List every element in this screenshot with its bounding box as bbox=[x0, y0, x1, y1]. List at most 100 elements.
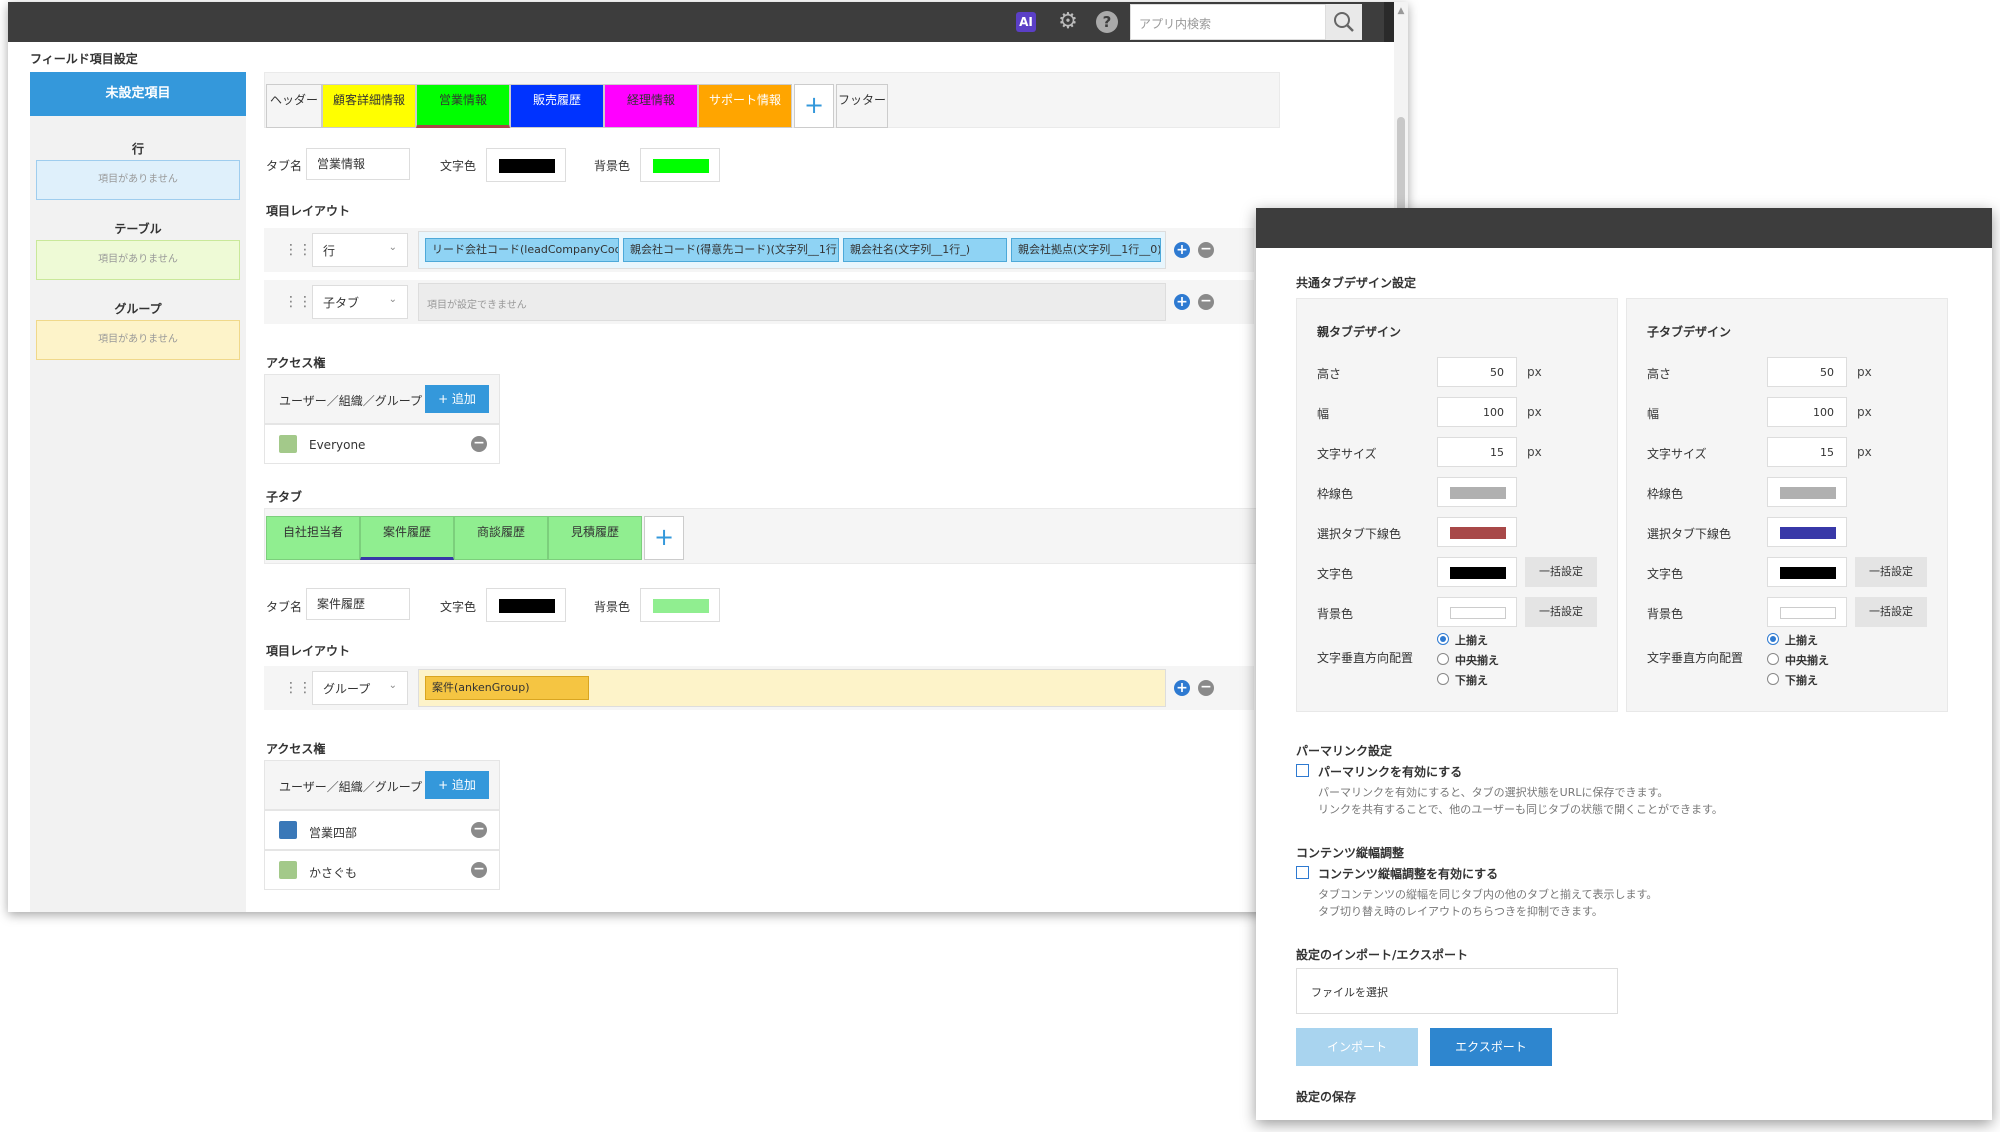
add-access-button[interactable]: + 追加 bbox=[425, 771, 489, 799]
tab-name-input[interactable]: 営業情報 bbox=[306, 148, 410, 180]
valign-top-radio[interactable] bbox=[1437, 633, 1449, 645]
child-text-color-picker[interactable] bbox=[486, 588, 566, 622]
bulk-set-button[interactable]: 一括設定 bbox=[1855, 597, 1927, 627]
field-chip[interactable]: 親会社名(文字列__1行_) bbox=[843, 238, 1007, 262]
group-field-area[interactable]: 案件(ankenGroup) bbox=[418, 669, 1166, 707]
drag-handle-icon[interactable]: ⋮⋮ bbox=[284, 680, 312, 696]
scroll-up-icon[interactable]: ▲ bbox=[1395, 6, 1407, 16]
export-button[interactable]: エクスポート bbox=[1430, 1028, 1552, 1066]
import-button[interactable]: インポート bbox=[1296, 1028, 1418, 1066]
child-bg-color-label: 背景色 bbox=[594, 600, 631, 614]
width-input[interactable]: 100 bbox=[1437, 397, 1517, 427]
access-name: Everyone bbox=[309, 438, 366, 452]
child-tab[interactable]: 商談履歴 bbox=[454, 516, 548, 560]
height-label: 高さ bbox=[1317, 367, 1342, 381]
tab-support[interactable]: サポート情報 bbox=[698, 84, 792, 128]
bulk-set-button[interactable]: 一括設定 bbox=[1525, 557, 1597, 587]
permalink-checkbox[interactable] bbox=[1296, 764, 1309, 777]
text-color-picker[interactable] bbox=[1767, 557, 1847, 587]
font-size-input[interactable]: 15 bbox=[1437, 437, 1517, 467]
child-access-label: アクセス権 bbox=[266, 742, 326, 756]
search-input[interactable]: アプリ内検索 bbox=[1130, 4, 1326, 40]
remove-access-icon[interactable]: − bbox=[471, 862, 487, 878]
group-chip[interactable]: 案件(ankenGroup) bbox=[425, 676, 589, 700]
valign-top-radio[interactable] bbox=[1767, 633, 1779, 645]
search-button[interactable] bbox=[1326, 4, 1362, 40]
valign-option-label: 下揃え bbox=[1455, 674, 1488, 687]
field-chip[interactable]: 親会社コード(得意先コード)(文字列__1行... bbox=[623, 238, 839, 262]
remove-access-icon[interactable]: − bbox=[471, 822, 487, 838]
drag-handle-icon[interactable]: ⋮⋮ bbox=[284, 294, 312, 310]
file-select-input[interactable]: ファイルを選択 bbox=[1296, 968, 1618, 1014]
tab-header[interactable]: ヘッダー bbox=[266, 84, 322, 128]
unit-label: px bbox=[1527, 365, 1542, 379]
underline-color-picker[interactable] bbox=[1767, 517, 1847, 547]
bg-color-swatch bbox=[653, 599, 709, 613]
height-input[interactable]: 50 bbox=[1437, 357, 1517, 387]
sidebar-dropzone-table[interactable]: 項目がありません bbox=[36, 240, 240, 280]
valign-middle-radio[interactable] bbox=[1437, 653, 1449, 665]
font-size-input[interactable]: 15 bbox=[1767, 437, 1847, 467]
access-row: Everyone − bbox=[264, 424, 500, 464]
child-design-title: 子タブデザイン bbox=[1647, 325, 1732, 339]
bg-color-picker[interactable] bbox=[1767, 597, 1847, 627]
child-tab-name-input[interactable]: 案件履歴 bbox=[306, 588, 410, 620]
tab-customer-detail[interactable]: 顧客詳細情報 bbox=[322, 84, 416, 128]
add-row-icon[interactable]: + bbox=[1174, 680, 1190, 696]
valign-bottom-radio[interactable] bbox=[1767, 673, 1779, 685]
unit-label: px bbox=[1527, 445, 1542, 459]
add-row-icon[interactable]: + bbox=[1174, 294, 1190, 310]
tab-accounting[interactable]: 経理情報 bbox=[604, 84, 698, 128]
remove-access-icon[interactable]: − bbox=[471, 436, 487, 452]
tab-footer[interactable]: フッター bbox=[836, 84, 888, 128]
text-color-picker[interactable] bbox=[1437, 557, 1517, 587]
border-color-label: 枠線色 bbox=[1647, 487, 1684, 501]
bulk-set-button[interactable]: 一括設定 bbox=[1855, 557, 1927, 587]
valign-middle-radio[interactable] bbox=[1767, 653, 1779, 665]
tab-sales-history[interactable]: 販売履歴 bbox=[510, 84, 604, 128]
row-type-select[interactable]: 子タブ ⌄ bbox=[312, 285, 408, 319]
main-window: AI ⚙ ? アプリ内検索 フィールド項目設定 未設定項目 行 項目がありません… bbox=[8, 2, 1408, 912]
remove-row-icon[interactable]: − bbox=[1198, 294, 1214, 310]
text-color-swatch bbox=[499, 159, 555, 173]
valign-option-label: 上揃え bbox=[1785, 634, 1818, 647]
row-field-area[interactable]: リード会社コード(leadCompanyCode) 親会社コード(得意先コード)… bbox=[418, 231, 1166, 269]
permalink-title: パーマリンク設定 bbox=[1296, 744, 1393, 758]
remove-row-icon[interactable]: − bbox=[1198, 680, 1214, 696]
valign-bottom-radio[interactable] bbox=[1437, 673, 1449, 685]
border-color-picker[interactable] bbox=[1767, 477, 1847, 507]
sidebar-dropzone-row[interactable]: 項目がありません bbox=[36, 160, 240, 200]
row-type-select[interactable]: 行 ⌄ bbox=[312, 233, 408, 267]
sidebar-dropzone-group[interactable]: 項目がありません bbox=[36, 320, 240, 360]
unit-label: px bbox=[1527, 405, 1542, 419]
bulk-set-button[interactable]: 一括設定 bbox=[1525, 597, 1597, 627]
bg-color-picker[interactable] bbox=[640, 148, 720, 182]
field-chip[interactable]: リード会社コード(leadCompanyCode) bbox=[425, 238, 619, 262]
valign-option-label: 下揃え bbox=[1785, 674, 1818, 687]
gear-icon[interactable]: ⚙ bbox=[1056, 10, 1080, 34]
child-tab-selected[interactable]: 案件履歴 bbox=[360, 516, 454, 560]
child-row-type-select[interactable]: グループ ⌄ bbox=[312, 671, 408, 705]
bg-color-label: 背景色 bbox=[1647, 607, 1684, 621]
ai-icon[interactable]: AI bbox=[1016, 12, 1036, 32]
height-input[interactable]: 50 bbox=[1767, 357, 1847, 387]
top-bar: AI ⚙ ? アプリ内検索 bbox=[8, 2, 1408, 42]
add-access-button[interactable]: + 追加 bbox=[425, 385, 489, 413]
child-bg-color-picker[interactable] bbox=[640, 588, 720, 622]
width-input[interactable]: 100 bbox=[1767, 397, 1847, 427]
content-height-checkbox[interactable] bbox=[1296, 866, 1309, 879]
underline-color-picker[interactable] bbox=[1437, 517, 1517, 547]
field-chip[interactable]: 親会社拠点(文字列__1行__0) bbox=[1011, 238, 1161, 262]
child-tab[interactable]: 見積履歴 bbox=[548, 516, 642, 560]
add-tab-button[interactable]: + bbox=[794, 84, 834, 128]
drag-handle-icon[interactable]: ⋮⋮ bbox=[284, 242, 312, 258]
add-child-tab-button[interactable]: + bbox=[644, 516, 684, 560]
border-color-picker[interactable] bbox=[1437, 477, 1517, 507]
text-color-picker[interactable] bbox=[486, 148, 566, 182]
tab-sales-info[interactable]: 営業情報 bbox=[416, 84, 510, 128]
bg-color-picker[interactable] bbox=[1437, 597, 1517, 627]
child-tab[interactable]: 自社担当者 bbox=[266, 516, 360, 560]
help-icon[interactable]: ? bbox=[1096, 11, 1118, 33]
remove-row-icon[interactable]: − bbox=[1198, 242, 1214, 258]
add-row-icon[interactable]: + bbox=[1174, 242, 1190, 258]
